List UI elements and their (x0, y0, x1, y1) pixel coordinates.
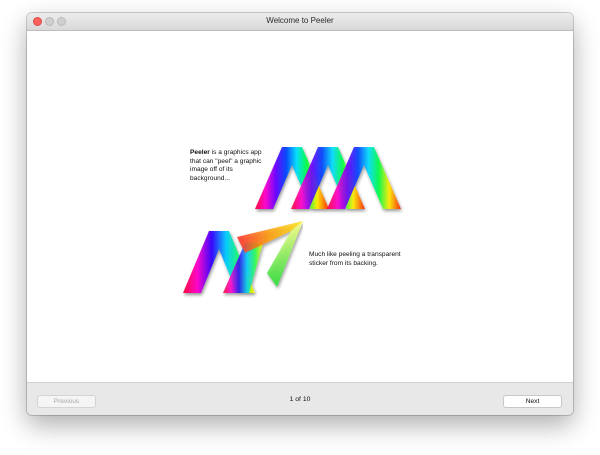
app-name: Peeler (190, 149, 210, 156)
window-title: Welcome to Peeler (266, 16, 334, 25)
welcome-window: Welcome to Peeler Peeler is a graphics a… (27, 13, 573, 415)
m-logo-shape (255, 147, 401, 209)
slide-content: Peeler is a graphics app that can "peel"… (27, 31, 573, 382)
sticker-text: Much like peeling a transparent sticker … (309, 251, 401, 267)
peeler-m-logo-image (255, 147, 401, 209)
title-bar[interactable]: Welcome to Peeler (27, 13, 573, 31)
next-button[interactable]: Next (503, 395, 562, 408)
page-indicator: 1 of 10 (289, 396, 311, 403)
footer-bar: Previous 1 of 10 Next (27, 382, 573, 415)
peeler-n-logo-image (183, 221, 303, 293)
n-logo-shape (183, 221, 303, 293)
